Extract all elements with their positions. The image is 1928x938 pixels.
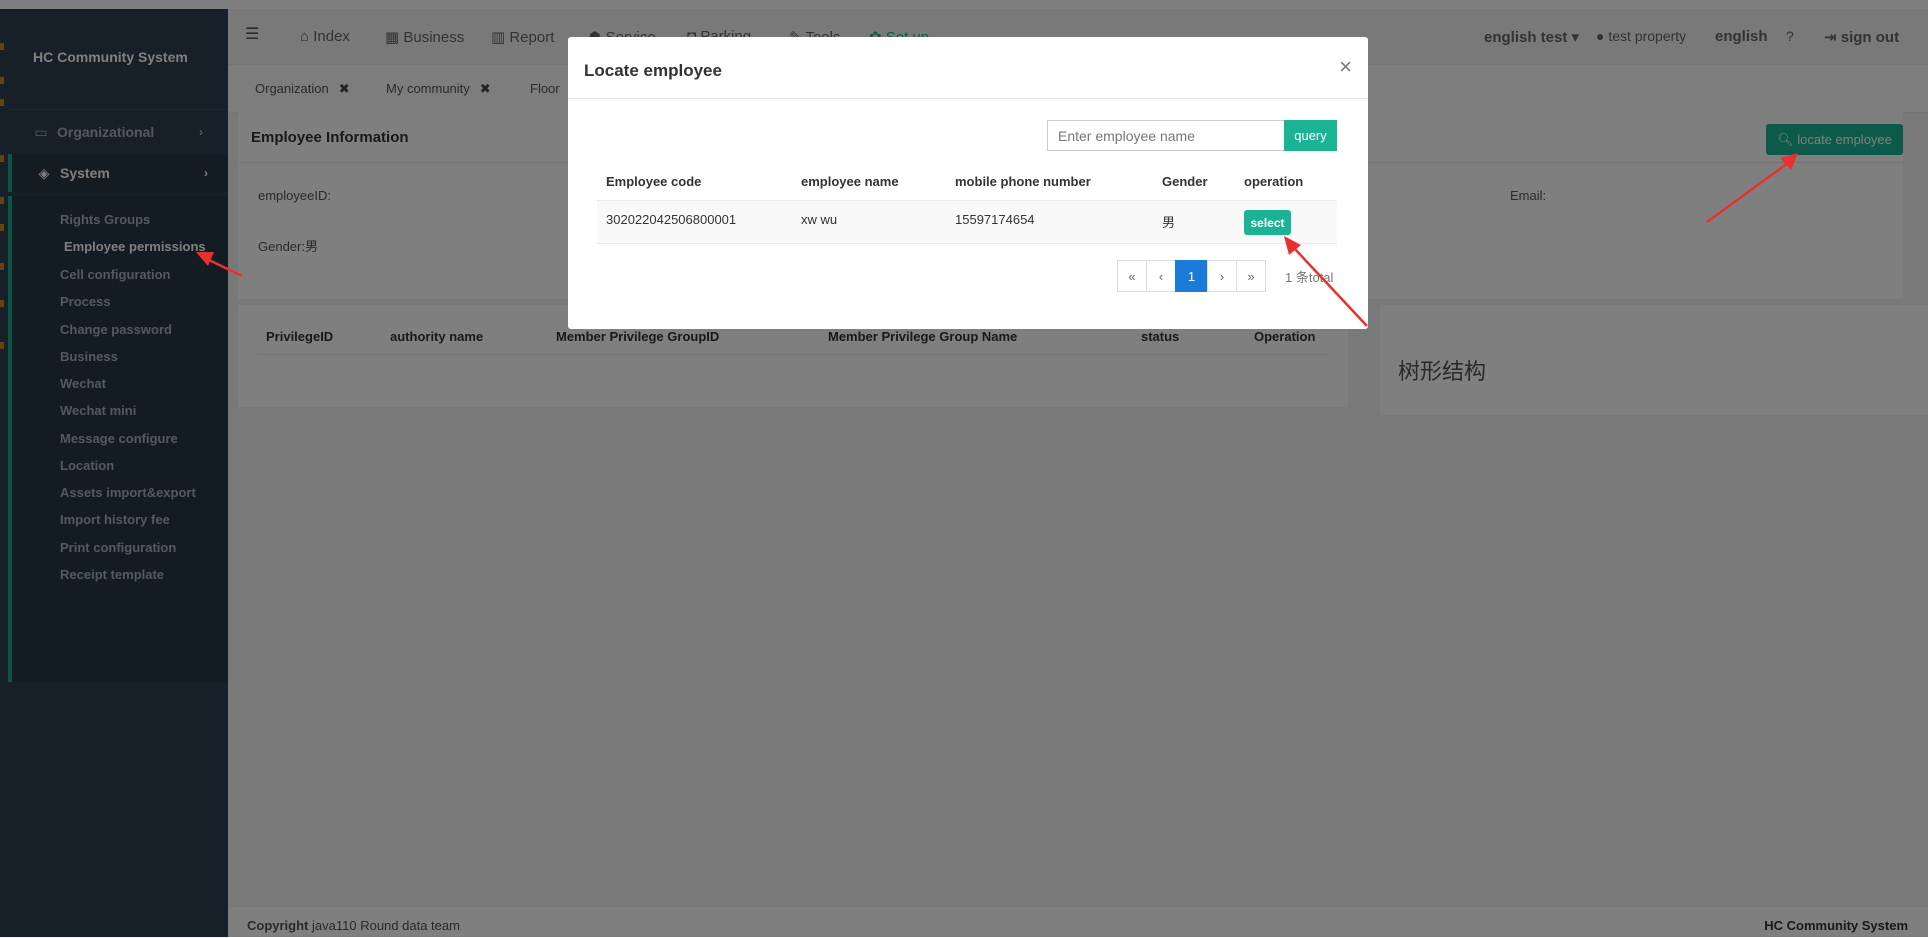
arrow-to-locate-button (1706, 153, 1798, 224)
arrow-to-select-button (1284, 236, 1368, 327)
arrow-to-employee-permissions (196, 252, 243, 278)
annotation-arrows (196, 153, 1798, 327)
